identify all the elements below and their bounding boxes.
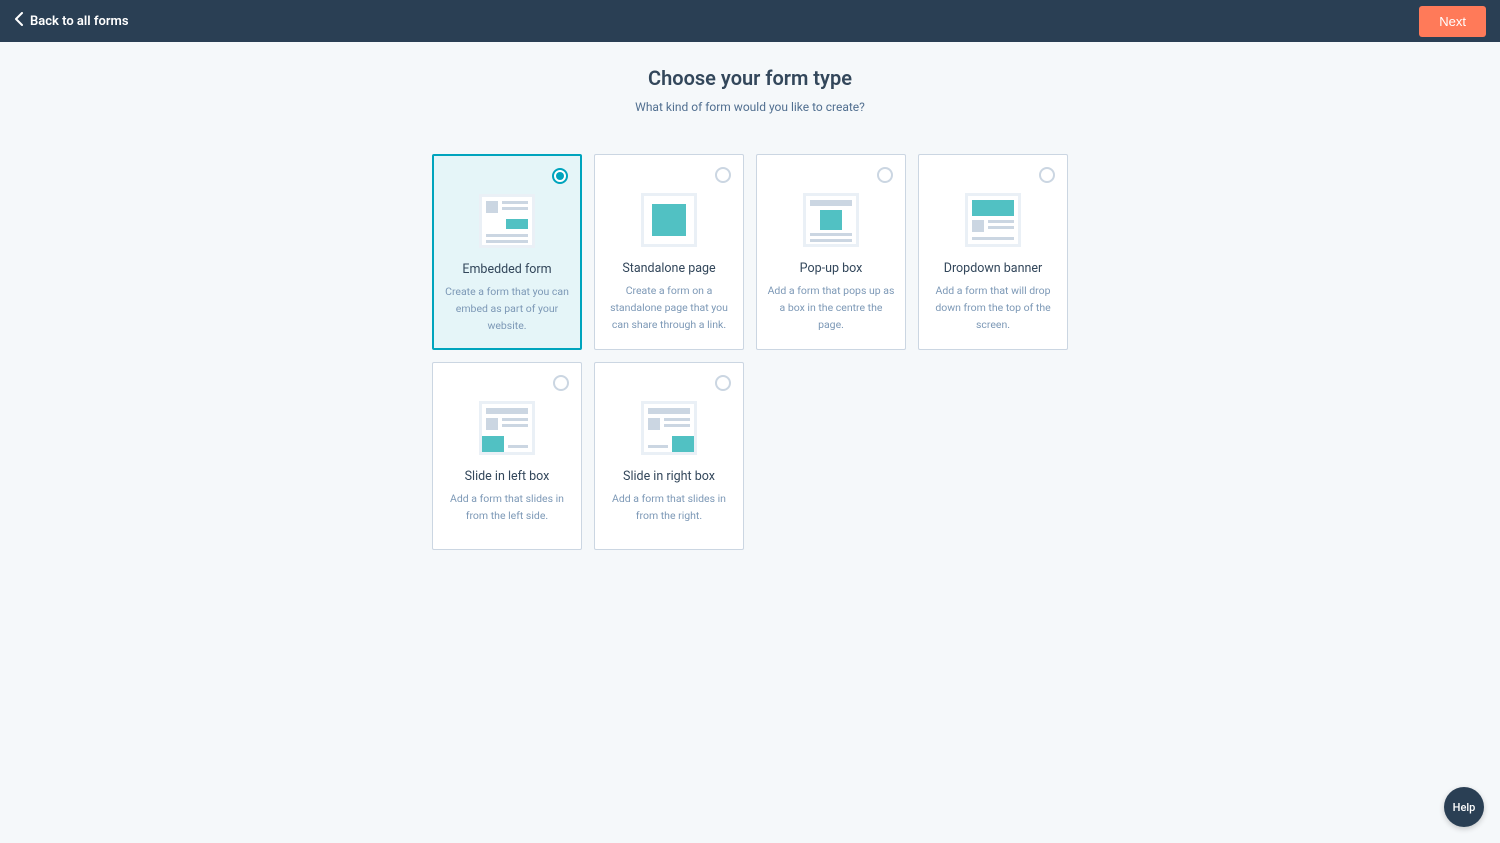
popup-box-icon	[803, 193, 859, 247]
radio-icon	[552, 168, 568, 184]
card-desc: Add a form that slides in from the right…	[603, 491, 735, 525]
card-title: Slide in left box	[465, 469, 550, 484]
form-type-card-standalone[interactable]: Standalone page Create a form on a stand…	[594, 154, 744, 350]
cards-grid: Embedded form Create a form that you can…	[432, 154, 1068, 550]
main-content: Choose your form type What kind of form …	[0, 42, 1500, 590]
slide-right-icon	[641, 401, 697, 455]
card-desc: Create a form that you can embed as part…	[442, 284, 572, 334]
card-title: Embedded form	[462, 262, 551, 277]
back-link-label: Back to all forms	[30, 14, 129, 29]
radio-icon	[877, 167, 893, 183]
radio-icon	[715, 375, 731, 391]
chevron-left-icon	[14, 12, 24, 30]
next-button[interactable]: Next	[1419, 6, 1486, 37]
form-type-card-embedded[interactable]: Embedded form Create a form that you can…	[432, 154, 582, 350]
topbar: Back to all forms Next	[0, 0, 1500, 42]
slide-left-icon	[479, 401, 535, 455]
form-type-card-popup[interactable]: Pop-up box Add a form that pops up as a …	[756, 154, 906, 350]
page-subtitle: What kind of form would you like to crea…	[20, 100, 1480, 114]
form-type-card-slide-left[interactable]: Slide in left box Add a form that slides…	[432, 362, 582, 550]
card-desc: Add a form that pops up as a box in the …	[765, 283, 897, 333]
card-desc: Create a form on a standalone page that …	[603, 283, 735, 333]
form-type-card-dropdown[interactable]: Dropdown banner Add a form that will dro…	[918, 154, 1068, 350]
card-title: Standalone page	[622, 261, 715, 276]
help-label: Help	[1453, 801, 1476, 814]
back-to-all-forms-link[interactable]: Back to all forms	[14, 12, 129, 30]
standalone-page-icon	[641, 193, 697, 247]
radio-icon	[553, 375, 569, 391]
card-desc: Add a form that slides in from the left …	[441, 491, 573, 525]
form-type-card-slide-right[interactable]: Slide in right box Add a form that slide…	[594, 362, 744, 550]
page-title: Choose your form type	[20, 66, 1480, 90]
radio-icon	[715, 167, 731, 183]
card-title: Pop-up box	[800, 261, 863, 276]
card-desc: Add a form that will drop down from the …	[927, 283, 1059, 333]
embedded-form-icon	[479, 194, 535, 248]
cards-container: Embedded form Create a form that you can…	[20, 154, 1480, 550]
radio-icon	[1039, 167, 1055, 183]
card-title: Dropdown banner	[944, 261, 1043, 276]
help-button[interactable]: Help	[1444, 787, 1484, 827]
card-title: Slide in right box	[623, 469, 715, 484]
dropdown-banner-icon	[965, 193, 1021, 247]
